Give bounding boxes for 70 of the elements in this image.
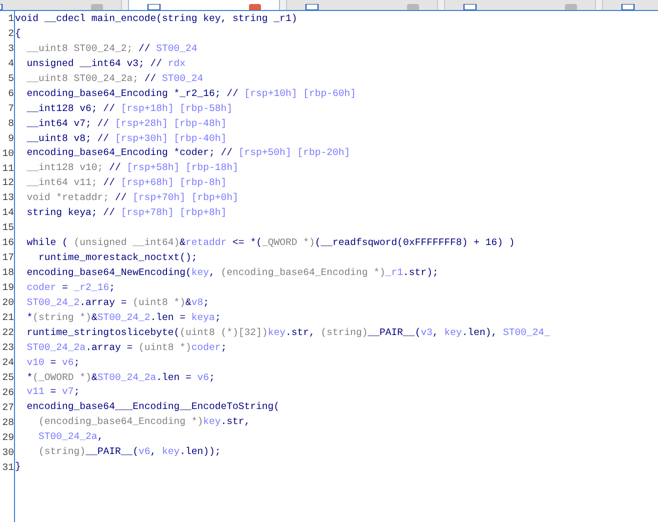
line-number: 20 xyxy=(2,297,14,308)
line-number: 14 xyxy=(2,207,14,218)
line-number: 28 xyxy=(2,416,14,428)
line-number: 31 xyxy=(2,462,14,473)
line-number: 21 xyxy=(2,312,14,324)
code-line: v10 = v6; xyxy=(26,356,80,368)
code-line: __int64 v7; // [rsp+28h] [rbp-48h] xyxy=(26,118,227,129)
line-number: 17 xyxy=(2,252,14,264)
close-button[interactable] xyxy=(91,4,103,10)
code-line: (string)__PAIR__(v6, key.len)); xyxy=(38,446,221,458)
line-number: 8 xyxy=(8,118,14,129)
line-number: 22 xyxy=(2,327,14,338)
line-number: 15 xyxy=(2,222,14,234)
line-number: 16 xyxy=(2,237,14,248)
close-button[interactable] xyxy=(249,4,261,10)
code-line: ST00_24_2a, xyxy=(38,431,104,442)
code-line: { xyxy=(15,28,21,39)
code-line: runtime_morestack_noctxt(); xyxy=(38,252,198,263)
close-button[interactable] xyxy=(565,4,577,10)
code-line: *(_OWORD *)&ST00_24_2a.len = v6; xyxy=(26,372,215,382)
code-line: encoding_base64_NewEncoding(key, (encoding_base64_Encoding *)_r1.str); xyxy=(26,266,438,278)
code-line: ST00_24_2a.array = (uint8 *)coder; xyxy=(26,342,227,353)
line-number: 9 xyxy=(8,132,14,144)
code-line: (encoding_base64_Encoding *)key.str, xyxy=(38,416,250,428)
line-number: 3 xyxy=(8,42,14,54)
code-line: *(string *)&ST00_24_2.len = keya; xyxy=(26,312,221,323)
code-line: v11 = v7; xyxy=(26,386,80,398)
code-line: runtime_stringtoslicebyte((uint8 (*)[32])key.str, (string)__PAIR__(v3, key.len), ST00_24_ xyxy=(26,326,550,338)
code-line: __int64 v11; // [rsp+68h] [rbp-8h] xyxy=(26,177,227,188)
code-line: } xyxy=(15,461,21,472)
close-button[interactable] xyxy=(407,4,419,10)
line-number: 7 xyxy=(8,102,14,114)
line-number: 10 xyxy=(2,148,14,159)
line-number: 13 xyxy=(2,192,14,204)
line-number: 12 xyxy=(2,177,14,188)
code-line: coder = _r2_16; xyxy=(26,282,115,293)
code-line: encoding_base64_Encoding *_r2_16; // [rsp+10h] [rbp-60h] xyxy=(26,88,356,99)
line-number: 6 xyxy=(8,88,14,99)
code-line: string keya; // [rsp+78h] [rbp+8h] xyxy=(26,207,227,218)
line-number: 30 xyxy=(2,446,14,458)
code-line: void __cdecl main_encode(string key, string _r1) xyxy=(15,13,298,24)
tab[interactable] xyxy=(128,0,280,10)
line-number: 18 xyxy=(2,267,14,278)
line-number: 27 xyxy=(2,402,14,413)
line-number: 25 xyxy=(2,372,14,383)
window-icon xyxy=(463,4,477,10)
line-number: 5 xyxy=(8,72,14,84)
code-line: __uint8 v8; // [rsp+30h] [rbp-40h] xyxy=(26,132,227,144)
code-line: __uint8 ST00_24_2; // ST00_24 xyxy=(26,42,198,54)
code-line: ST00_24_2.array = (uint8 *)&v8; xyxy=(26,296,210,308)
code-line: encoding_base64_Encoding *coder; // [rsp+50h] [rbp-20h] xyxy=(26,147,350,158)
code-line: encoding_base64___Encoding__EncodeToString( xyxy=(26,401,280,412)
code-line: __int128 v10; // [rsp+58h] [rbp-18h] xyxy=(26,162,238,174)
line-number: 1 xyxy=(8,13,14,24)
line-number: 2 xyxy=(8,28,14,39)
line-number: 4 xyxy=(8,58,14,69)
window-icon xyxy=(621,4,635,10)
line-number: 26 xyxy=(2,386,14,398)
code-line: __int128 v6; // [rsp+18h] [rbp-58h] xyxy=(26,102,233,114)
line-number: 29 xyxy=(2,432,14,443)
code-line: void *retaddr; // [rsp+70h] [rbp+0h] xyxy=(26,192,238,204)
line-number: 23 xyxy=(2,342,14,353)
code-line: __uint8 ST00_24_2a; // ST00_24 xyxy=(26,72,204,84)
window-icon xyxy=(305,4,319,10)
code-line: while ( (unsigned __int64)&retaddr <= *(_QWORD *)(__readfsqword(0xFFFFFFF8) + 16) ) xyxy=(26,237,515,248)
line-number: 11 xyxy=(2,162,14,174)
code-line: unsigned __int64 v3; // rdx xyxy=(26,58,186,69)
window-icon xyxy=(147,4,161,10)
line-number: 24 xyxy=(2,356,14,368)
line-number: 19 xyxy=(2,282,14,294)
